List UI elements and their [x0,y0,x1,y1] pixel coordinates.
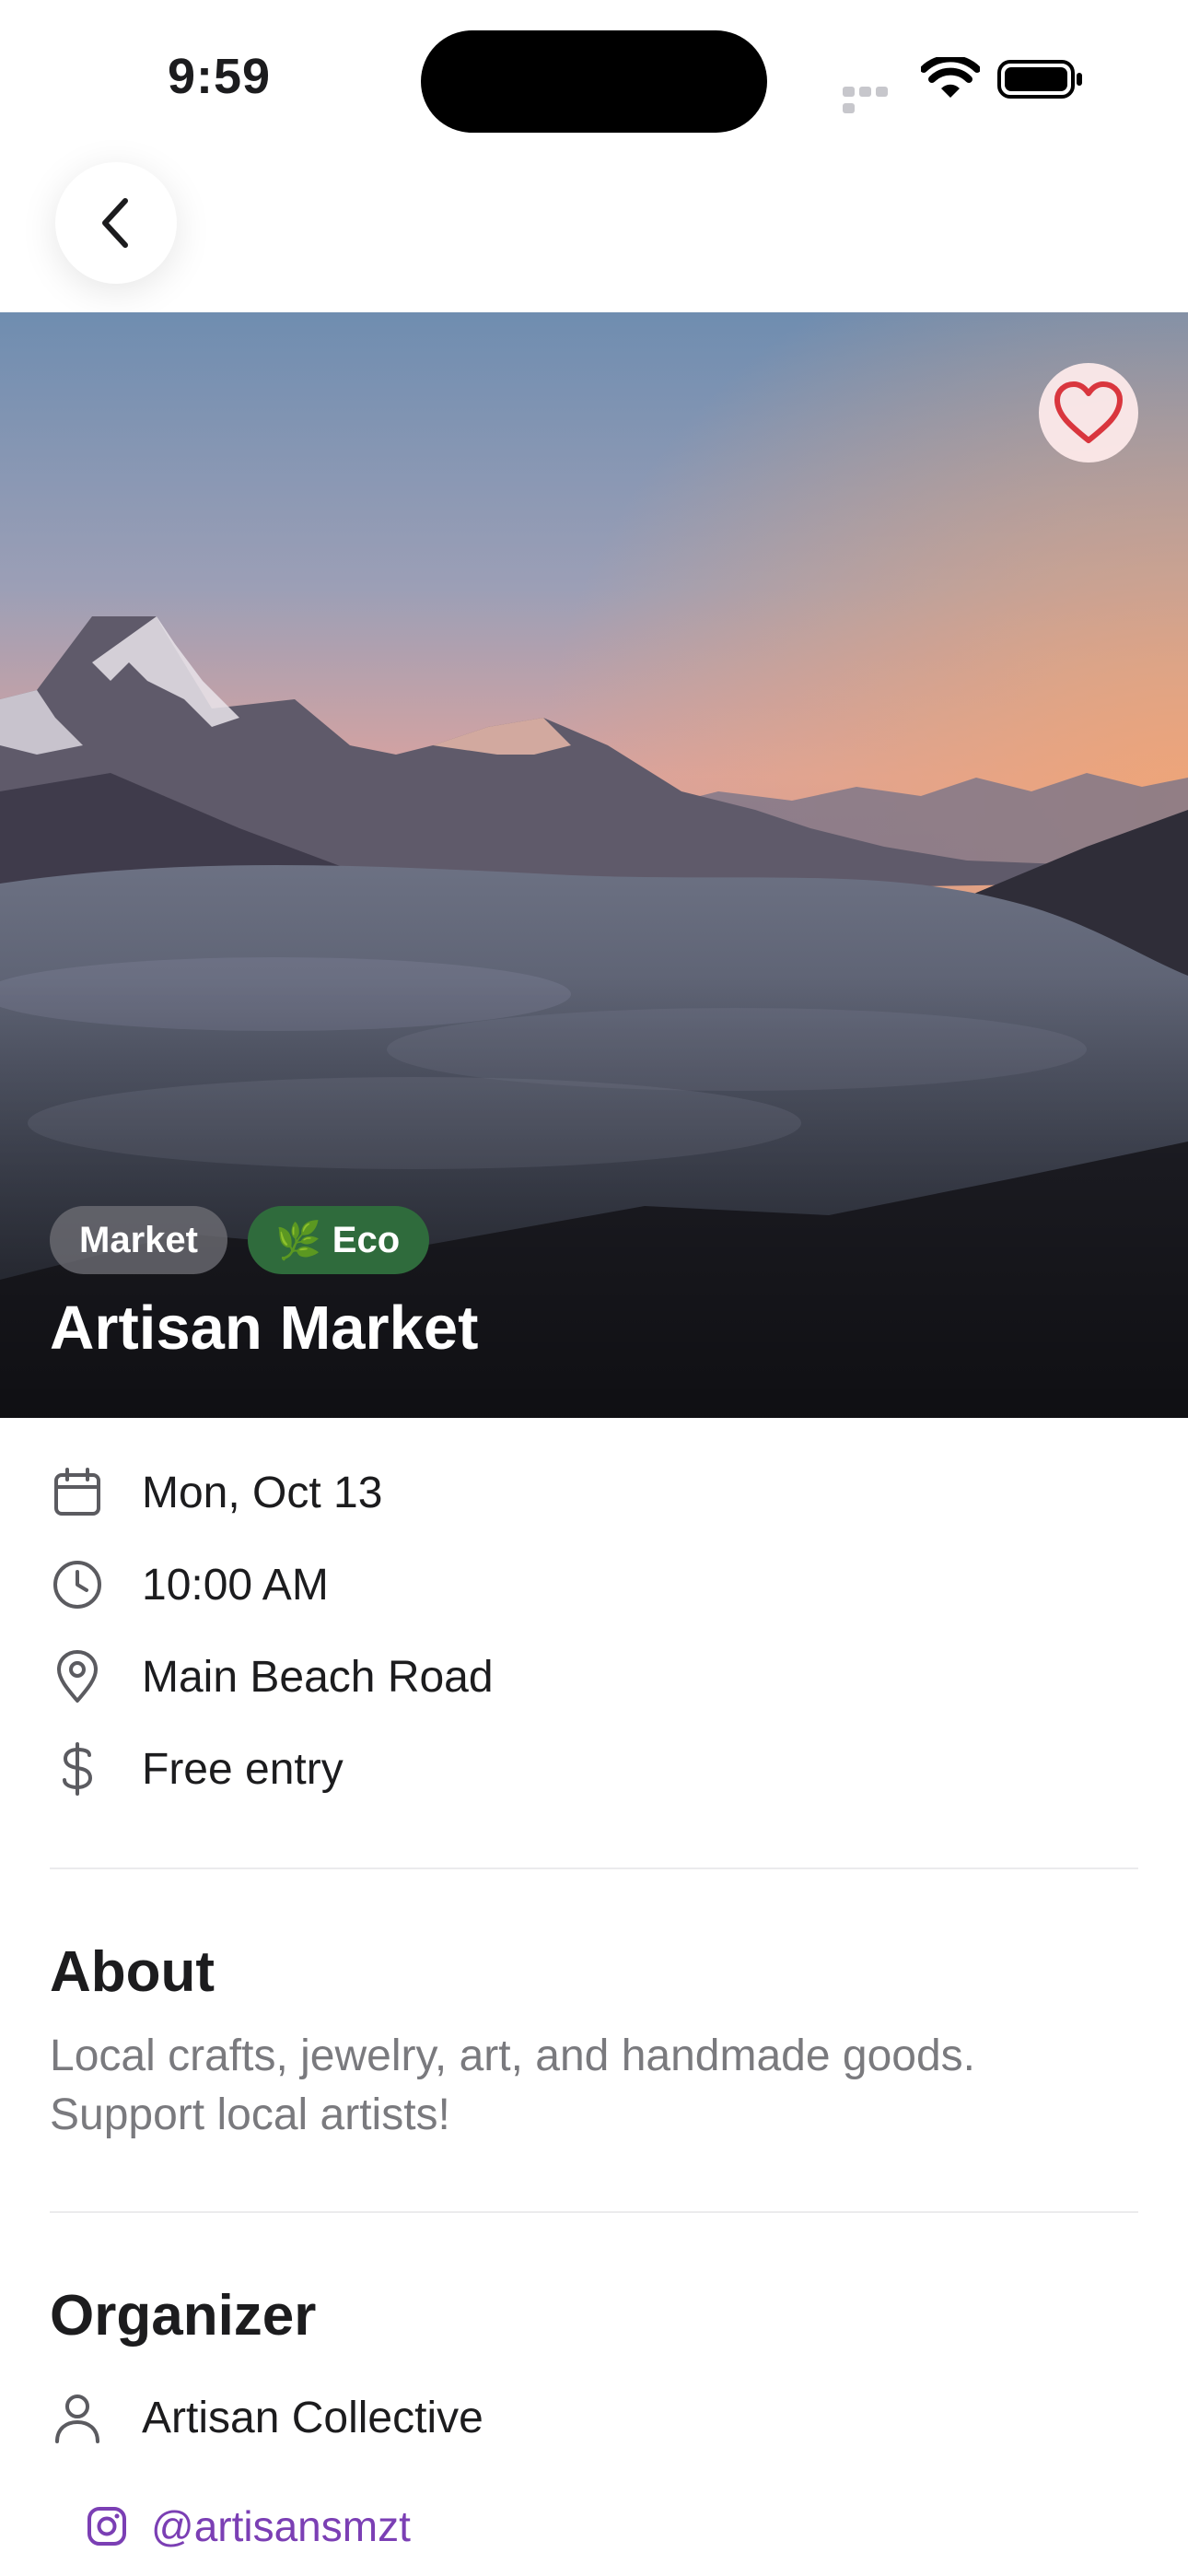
tag-market: Market [50,1206,227,1274]
about-text: Local crafts, jewelry, art, and handmade… [50,2032,975,2139]
detail-time: 10:00 AM [50,1557,329,1612]
organizer-instagram-link[interactable]: @artisansmzt [87,2501,411,2551]
tag-eco: 🌿 Eco [247,1206,430,1274]
detail-time-text: 10:00 AM [142,1560,329,1610]
favorite-button[interactable] [1039,363,1138,463]
detail-date: Mon, Oct 13 [50,1465,382,1520]
organizer-name: Artisan Collective [142,2393,483,2442]
organizer-name-row: Artisan Collective [50,2390,483,2445]
about-heading: About [50,1940,215,2004]
battery-icon [997,60,1082,99]
wifi-icon [921,57,980,98]
detail-price: Free entry [50,1741,344,1797]
tag-label: Eco [332,1219,401,1260]
chevron-left-icon [102,198,128,248]
organizer-heading: Organizer [50,2284,317,2348]
leaf-icon: 🌿 [274,1220,321,1261]
back-button[interactable] [55,162,177,284]
instagram-icon [87,2507,126,2546]
cellular-signal-icon [843,85,907,113]
heart-icon [1054,381,1123,443]
dynamic-island [421,30,767,133]
event-tags: Market 🌿 Eco [50,1206,430,1274]
divider [50,2211,1138,2213]
status-bar: 9:59 [0,0,1188,138]
detail-location: Main Beach Road [50,1649,494,1704]
detail-date-text: Mon, Oct 13 [142,1468,383,1517]
detail-location-text: Main Beach Road [142,1652,494,1702]
person-icon [55,2395,99,2443]
tag-label: Market [79,1219,198,1260]
instagram-handle[interactable]: @artisansmzt [151,2501,411,2551]
detail-price-text: Free entry [142,1744,344,1794]
clock-icon [53,1561,101,1609]
event-title: Artisan Market [50,1294,479,1363]
status-time: 9:59 [168,49,272,104]
divider [50,1868,1138,1869]
map-pin-icon [57,1650,98,1703]
calendar-icon [54,1468,100,1516]
dollar-icon [63,1742,93,1796]
